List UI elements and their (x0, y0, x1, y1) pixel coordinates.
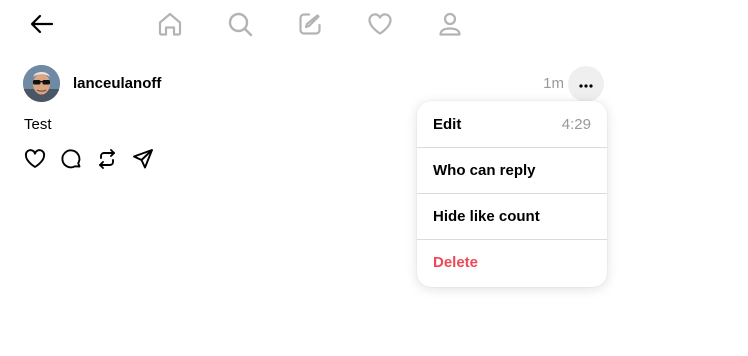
menu-item-label: Hide like count (433, 208, 540, 225)
repost-icon[interactable] (96, 148, 118, 170)
menu-item-who-can-reply[interactable]: Who can reply (417, 147, 607, 193)
username[interactable]: lanceulanoff (73, 75, 161, 93)
menu-item-label: Who can reply (433, 162, 536, 179)
menu-item-edit[interactable]: Edit 4:29 (417, 101, 607, 147)
post-text: Test (24, 116, 52, 133)
back-arrow-icon[interactable] (28, 10, 56, 38)
menu-item-label: Edit (433, 115, 462, 133)
menu-item-hide-like-count[interactable]: Hide like count (417, 193, 607, 239)
edit-time-remaining: 4:29 (561, 115, 591, 133)
profile-icon[interactable] (436, 10, 464, 38)
compose-icon[interactable] (296, 10, 324, 38)
reply-icon[interactable] (60, 148, 82, 170)
ellipsis-icon (579, 75, 593, 93)
post-options-menu: Edit 4:29 Who can reply Hide like count … (417, 101, 607, 287)
heart-icon[interactable] (366, 10, 394, 38)
home-icon[interactable] (156, 10, 184, 38)
menu-item-delete[interactable]: Delete (417, 239, 607, 285)
like-icon[interactable] (24, 148, 46, 170)
more-options-button[interactable] (568, 66, 604, 102)
menu-item-label: Delete (433, 254, 479, 271)
share-icon[interactable] (132, 148, 154, 170)
search-icon[interactable] (226, 10, 254, 38)
post-timestamp: 1m (543, 75, 564, 92)
avatar[interactable] (23, 65, 60, 102)
